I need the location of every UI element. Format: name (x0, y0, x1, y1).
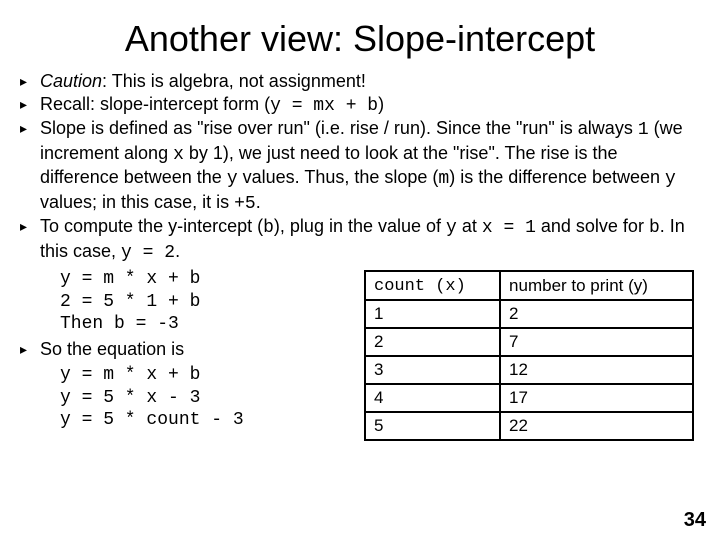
bullet-item: ▸ Slope is defined as "rise over run" (i… (20, 117, 700, 215)
code: y = 2 (121, 243, 175, 263)
table-cell: 1 (365, 300, 500, 328)
bullet-text: Caution: This is algebra, not assignment… (40, 70, 700, 93)
table-cell: 17 (500, 384, 693, 412)
code-block-1: y = m * x + b 2 = 5 * 1 + b Then b = -3 (60, 268, 364, 336)
code: b (263, 218, 274, 238)
table-cell: 22 (500, 412, 693, 440)
bullet-marker-icon: ▸ (20, 117, 40, 215)
code: 1 (638, 120, 649, 140)
code: x = 1 (482, 218, 536, 238)
table-row: 522 (365, 412, 693, 440)
bullet-marker-icon: ▸ (20, 215, 40, 264)
code: y (446, 218, 457, 238)
table-cell: 12 (500, 356, 693, 384)
table-cell: 4 (365, 384, 500, 412)
text: To compute the y-intercept ( (40, 216, 263, 236)
code: y (227, 169, 238, 189)
code: m (438, 169, 449, 189)
left-column: y = m * x + b 2 = 5 * 1 + b Then b = -3 … (20, 264, 364, 434)
bullet-item: ▸ To compute the y-intercept (b), plug i… (20, 215, 700, 264)
text: Recall: slope-intercept form ( (40, 94, 270, 114)
text: number to print (y) (509, 276, 648, 295)
code: b (649, 218, 660, 238)
bullet-text: To compute the y-intercept (b), plug in … (40, 215, 700, 264)
text: . (256, 192, 261, 212)
bullet-text: So the equation is (40, 338, 364, 361)
caution-word: Caution (40, 71, 102, 91)
table-row: 417 (365, 384, 693, 412)
table-cell: 2 (365, 328, 500, 356)
text: and solve for (536, 216, 649, 236)
table-header: count (x) (365, 271, 500, 300)
code: +5 (234, 194, 256, 214)
text: ) is the difference between (449, 167, 665, 187)
text: : This is algebra, not assignment! (102, 71, 366, 91)
text: values. Thus, the slope ( (238, 167, 439, 187)
data-table: count (x) number to print (y) 12 27 312 … (364, 270, 694, 441)
table-row: 312 (365, 356, 693, 384)
table-cell: 5 (365, 412, 500, 440)
text: count (x) (374, 277, 466, 296)
bullet-item: ▸ So the equation is (20, 338, 364, 361)
slide-title: Another view: Slope-intercept (20, 18, 700, 60)
code: y = mx + b (270, 96, 378, 116)
bullet-item: ▸ Recall: slope-intercept form (y = mx +… (20, 93, 700, 118)
bullet-text: Recall: slope-intercept form (y = mx + b… (40, 93, 700, 118)
table-row: 12 (365, 300, 693, 328)
bullet-item: ▸ Caution: This is algebra, not assignme… (20, 70, 700, 93)
table-header: number to print (y) (500, 271, 693, 300)
bullet-marker-icon: ▸ (20, 338, 40, 361)
bullet-marker-icon: ▸ (20, 70, 40, 93)
table-header-row: count (x) number to print (y) (365, 271, 693, 300)
code: x (173, 145, 184, 165)
code-block-2: y = m * x + b y = 5 * x - 3 y = 5 * coun… (60, 364, 364, 432)
page-number: 34 (684, 509, 706, 532)
text: values; in this case, it is (40, 192, 234, 212)
bullet-list: ▸ Caution: This is algebra, not assignme… (20, 70, 700, 264)
text: . (175, 241, 180, 261)
lower-section: y = m * x + b 2 = 5 * 1 + b Then b = -3 … (20, 264, 700, 441)
bullet-text: Slope is defined as "rise over run" (i.e… (40, 117, 700, 215)
data-table-wrap: count (x) number to print (y) 12 27 312 … (364, 270, 694, 441)
table-row: 27 (365, 328, 693, 356)
table-cell: 7 (500, 328, 693, 356)
bullet-marker-icon: ▸ (20, 93, 40, 118)
text: ) (378, 94, 384, 114)
text: at (457, 216, 482, 236)
text: Slope is defined as "rise over run" (i.e… (40, 118, 638, 138)
text: ), plug in the value of (274, 216, 446, 236)
table-cell: 2 (500, 300, 693, 328)
table-cell: 3 (365, 356, 500, 384)
code: y (665, 169, 676, 189)
